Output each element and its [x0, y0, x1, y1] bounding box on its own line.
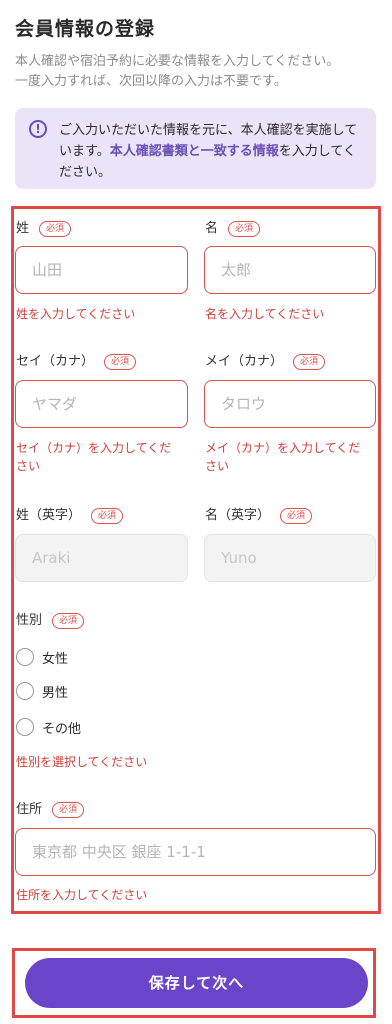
first-name-kana-error-line-2: さい — [205, 459, 230, 473]
first-name-kana-input[interactable]: タロウ — [204, 380, 376, 428]
gender-option-label: 女性 — [42, 651, 69, 667]
subtitle-line-2: 一度入力すれば、次回以降の入力は不要です。 — [15, 74, 287, 89]
first-name-error: 名を入力してください — [205, 307, 325, 321]
last-name-kana-error: セイ（カナ）を入力してくだ さい — [16, 439, 171, 475]
last-name-kana-label: セイ（カナ） 必須 — [16, 350, 137, 370]
radio-button[interactable] — [16, 718, 34, 736]
first-name-kana-label: メイ（カナ） 必須 — [205, 350, 326, 370]
gender-option-other[interactable]: その他 — [16, 715, 81, 739]
last-name-input[interactable]: 山田 — [15, 246, 188, 294]
first-name-input[interactable]: 太郎 — [204, 246, 376, 294]
last-name-en-label: 姓（英字） 必須 — [16, 504, 124, 524]
required-badge: 必須 — [104, 353, 137, 370]
first-name-en-input[interactable]: Yuno — [204, 534, 376, 582]
last-name-label-text: 姓 — [16, 221, 30, 236]
notice-text: ご入力いただいた情報を元に、本人確認を実施しています。本人確認書類と一致する情報… — [59, 120, 364, 183]
first-name-label-text: 名 — [205, 221, 219, 236]
required-badge: 必須 — [293, 353, 326, 370]
address-label-text: 住所 — [16, 802, 43, 817]
info-circle-icon: ! — [29, 120, 47, 138]
last-name-error: 姓を入力してください — [16, 307, 136, 321]
last-name-kana-label-text: セイ（カナ） — [16, 354, 95, 369]
last-name-en-label-text: 姓（英字） — [16, 508, 82, 523]
gender-label-text: 性別 — [16, 613, 43, 628]
address-error: 住所を入力してください — [16, 888, 148, 902]
address-label: 住所 必須 — [16, 798, 85, 818]
required-badge: 必須 — [228, 220, 261, 237]
first-name-en-label: 名（英字） 必須 — [205, 504, 313, 524]
first-name-label: 名必須 — [205, 217, 261, 237]
subtitle-line-1: 本人確認や宿泊予約に必要な情報を入力してください。 — [15, 54, 340, 69]
last-name-kana-error-line-2: さい — [16, 459, 41, 473]
gender-label: 性別 必須 — [16, 609, 85, 629]
gender-option-female[interactable]: 女性 — [16, 645, 68, 669]
first-name-kana-label-text: メイ（カナ） — [205, 354, 284, 369]
first-name-en-label-text: 名（英字） — [205, 508, 271, 523]
address-input[interactable]: 東京都 中央区 銀座 1-1-1 — [15, 828, 376, 876]
gender-error: 性別を選択してください — [16, 755, 148, 769]
last-name-kana-error-line-1: セイ（カナ）を入力してくだ — [16, 441, 172, 455]
notice-text-highlight: 本人確認書類と一致する情報 — [109, 144, 279, 159]
last-name-label: 姓必須 — [16, 217, 72, 237]
first-name-kana-error: メイ（カナ）を入力してくだ さい — [205, 439, 360, 475]
first-name-kana-error-line-1: メイ（カナ）を入力してくだ — [205, 441, 361, 455]
gender-option-male[interactable]: 男性 — [16, 679, 68, 703]
last-name-en-input[interactable]: Araki — [15, 534, 188, 582]
required-badge: 必須 — [52, 801, 85, 818]
page-title: 会員情報の登録 — [15, 18, 156, 40]
page-subtitle: 本人確認や宿泊予約に必要な情報を入力してください。 一度入力すれば、次回以降の入… — [15, 52, 339, 92]
radio-button[interactable] — [16, 682, 34, 700]
notice-box: ! ご入力いただいた情報を元に、本人確認を実施しています。本人確認書類と一致する… — [15, 108, 376, 189]
required-badge: 必須 — [39, 220, 72, 237]
required-badge: 必須 — [52, 612, 85, 629]
save-next-button[interactable]: 保存して次へ — [25, 958, 368, 1008]
gender-option-label: その他 — [42, 721, 82, 737]
radio-button[interactable] — [16, 648, 34, 666]
gender-option-label: 男性 — [42, 685, 69, 701]
required-badge: 必須 — [280, 507, 313, 524]
required-badge: 必須 — [91, 507, 124, 524]
last-name-kana-input[interactable]: ヤマダ — [15, 380, 188, 428]
